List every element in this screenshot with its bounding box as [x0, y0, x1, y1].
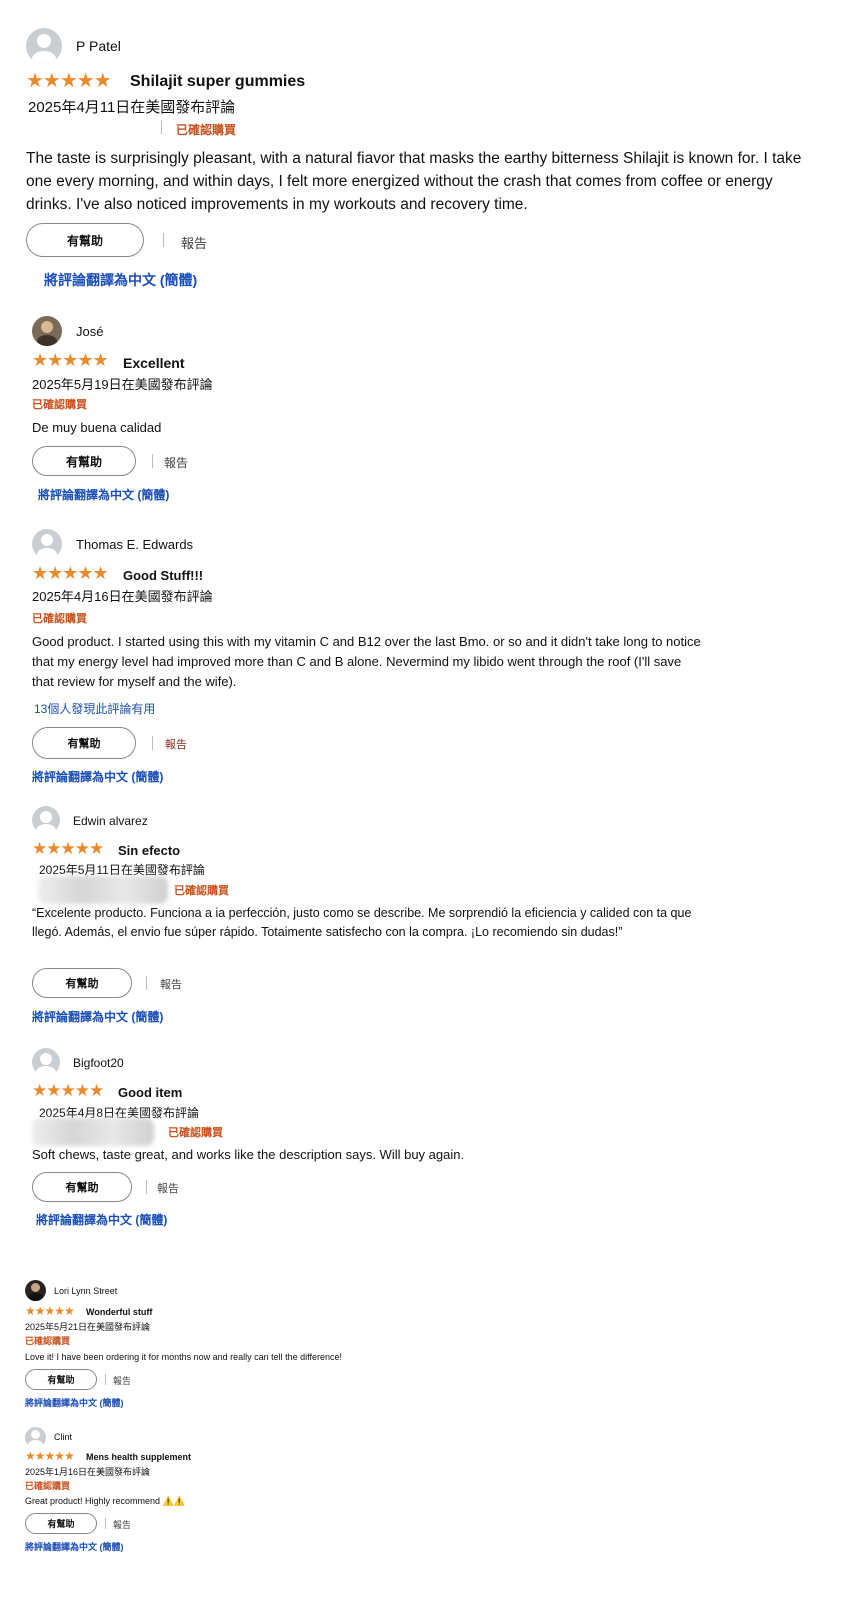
divider	[146, 1180, 147, 1194]
report-link[interactable]: 報告	[165, 736, 187, 752]
translate-link[interactable]: 將評論翻譯為中文 (簡體)	[44, 270, 197, 290]
review-date: 2025年5月21日在美國發布評論	[25, 1322, 151, 1332]
divider	[105, 1518, 106, 1529]
verified-purchase-badge: 已確認購買	[32, 399, 87, 411]
review-card: Edwin alvarez ★★★★★ Sin efecto 2025年5月11…	[32, 806, 812, 1031]
verified-purchase-badge: 已確認購買	[168, 1127, 223, 1139]
reviewer-name[interactable]: Edwin alvarez	[73, 814, 148, 828]
star-rating-icon[interactable]: ★★★★★	[32, 1081, 104, 1101]
helpful-button[interactable]: 有幫助	[32, 1172, 132, 1202]
review-body: “Excelente producto. Funciona a ia perfe…	[32, 906, 692, 939]
helpful-button[interactable]: 有幫助	[32, 727, 136, 759]
divider	[152, 454, 153, 468]
reviewer-name[interactable]: José	[76, 324, 103, 339]
review-card: Thomas E. Edwards ★★★★★ Good Stuff!!! 20…	[32, 528, 812, 790]
reviewer-name[interactable]: Bigfoot20	[73, 1056, 124, 1070]
translate-link[interactable]: 將評論翻譯為中文 (簡體)	[38, 486, 169, 503]
translate-link[interactable]: 將評論翻譯為中文 (簡體)	[25, 1396, 124, 1409]
review-title[interactable]: Sin efecto	[118, 843, 180, 858]
redacted-area	[38, 876, 168, 904]
verified-purchase-badge: 已確認購買	[32, 613, 87, 625]
found-helpful-count: 13個人發現此評論有用	[34, 702, 156, 716]
report-link[interactable]: 報告	[160, 976, 182, 992]
report-link[interactable]: 報告	[164, 454, 188, 471]
review-date: 2025年5月19日在美國發布評論	[32, 377, 213, 392]
review-card: Lori Lynn Street ★★★★★ Wonderful stuff 2…	[25, 1280, 805, 1415]
review-card: Bigfoot20 ★★★★★ Good item 2025年4月8日在美國發布…	[32, 1048, 812, 1248]
report-link[interactable]: 報告	[157, 1180, 179, 1196]
report-link[interactable]: 報告	[113, 1518, 131, 1531]
reviewer-name[interactable]: Thomas E. Edwards	[76, 537, 193, 552]
divider	[146, 976, 147, 990]
reviewer-name[interactable]: P Patel	[76, 38, 121, 54]
translate-link[interactable]: 將評論翻譯為中文 (簡體)	[32, 768, 163, 785]
star-rating-icon[interactable]: ★★★★★	[32, 350, 109, 371]
review-title[interactable]: Excellent	[123, 355, 184, 371]
avatar[interactable]	[25, 1280, 46, 1301]
review-body: The taste is surprisingly pleasant, with…	[26, 150, 802, 213]
avatar[interactable]	[32, 316, 62, 346]
review-date: 2025年4月11日在美國發布評論	[28, 99, 236, 116]
translate-link[interactable]: 將評論翻譯為中文 (簡體)	[32, 1008, 163, 1025]
review-body: Great product! Highly recommend ⚠️⚠️	[25, 1496, 185, 1506]
divider	[105, 1374, 106, 1385]
helpful-button[interactable]: 有幫助	[25, 1369, 97, 1390]
review-card: José ★★★★★ Excellent 2025年5月19日在美國發布評論 已…	[32, 314, 812, 514]
star-rating-icon[interactable]: ★★★★★	[26, 68, 112, 93]
review-body: Good product. I started using this with …	[32, 634, 701, 689]
divider	[163, 233, 164, 247]
review-title[interactable]: Wonderful stuff	[86, 1307, 152, 1317]
helpful-button[interactable]: 有幫助	[32, 446, 136, 476]
divider	[161, 120, 162, 134]
report-link[interactable]: 報告	[113, 1374, 131, 1387]
star-rating-icon[interactable]: ★★★★★	[32, 563, 109, 584]
avatar[interactable]	[32, 1048, 60, 1076]
review-title[interactable]: Shilajit super gummies	[130, 73, 305, 91]
reviewer-name[interactable]: Lori Lynn Street	[54, 1286, 117, 1296]
avatar[interactable]	[32, 806, 60, 834]
translate-link[interactable]: 將評論翻譯為中文 (簡體)	[36, 1211, 167, 1228]
star-rating-icon[interactable]: ★★★★★	[32, 839, 104, 859]
translate-link[interactable]: 將評論翻譯為中文 (簡體)	[25, 1540, 124, 1553]
star-rating-icon[interactable]: ★★★★★	[25, 1304, 75, 1318]
verified-purchase-badge: 已確認購買	[176, 123, 237, 137]
star-rating-icon[interactable]: ★★★★★	[25, 1449, 75, 1463]
report-link[interactable]: 報告	[181, 233, 207, 252]
helpful-button[interactable]: 有幫助	[32, 968, 132, 998]
review-card: P Patel ★★★★★ Shilajit super gummies 202…	[26, 26, 826, 296]
review-body: De muy buena calidad	[32, 420, 162, 435]
review-date: 2025年1月16日在美國發布評論	[25, 1467, 151, 1477]
divider	[152, 736, 153, 750]
verified-purchase-badge: 已確認購買	[174, 885, 229, 897]
avatar[interactable]	[32, 529, 62, 559]
verified-purchase-badge: 已確認購買	[25, 1336, 71, 1346]
reviewer-name[interactable]: Clint	[54, 1432, 72, 1442]
review-card: Clint ★★★★★ Mens health supplement 2025年…	[25, 1427, 805, 1587]
avatar[interactable]	[26, 28, 62, 64]
review-body: Love it! I have been ordering it for mon…	[25, 1352, 343, 1362]
verified-purchase-badge: 已確認購買	[25, 1481, 71, 1491]
helpful-button[interactable]: 有幫助	[26, 223, 144, 257]
review-body: Soft chews, taste great, and works like …	[32, 1147, 465, 1162]
helpful-button[interactable]: 有幫助	[25, 1513, 97, 1534]
redacted-area	[32, 1118, 154, 1146]
review-title[interactable]: Good Stuff!!!	[123, 568, 203, 583]
review-title[interactable]: Good item	[118, 1085, 182, 1100]
avatar[interactable]	[25, 1427, 46, 1448]
review-title[interactable]: Mens health supplement	[86, 1452, 191, 1462]
review-date: 2025年4月16日在美國發布評論	[32, 589, 213, 604]
